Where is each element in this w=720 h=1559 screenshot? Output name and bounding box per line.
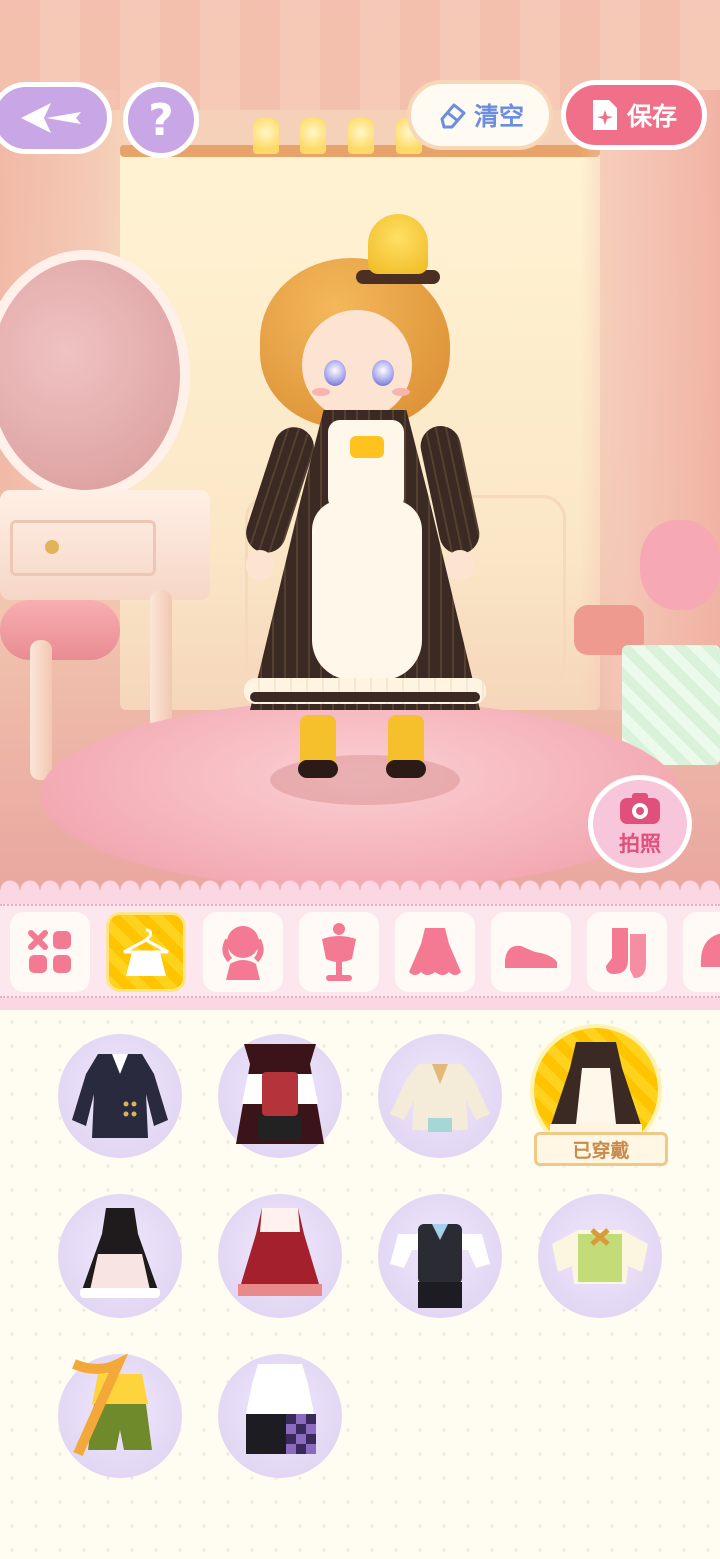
plush-toy <box>640 520 720 610</box>
item-green-shorts[interactable] <box>58 1353 182 1478</box>
green-sweater-icon <box>552 1228 648 1284</box>
help-button[interactable]: ? <box>123 82 199 158</box>
socks-icon <box>606 928 646 978</box>
red-plaid-dress-icon <box>238 1208 322 1296</box>
lamp <box>300 118 326 154</box>
tab-outfit[interactable] <box>106 912 186 992</box>
item-red-plaid-dress[interactable] <box>218 1194 342 1318</box>
right-shoe <box>386 760 426 778</box>
item-black-lace-dress[interactable] <box>58 1194 182 1318</box>
save-label: 保存 <box>626 102 677 131</box>
right-hand <box>446 550 474 580</box>
hat-icon <box>700 933 720 967</box>
left-hand <box>246 550 274 580</box>
item-checkered-streetwear[interactable] <box>218 1354 342 1478</box>
clear-button[interactable]: 清空 <box>407 80 553 150</box>
black-lace-dress-icon <box>80 1208 160 1298</box>
tab-more[interactable] <box>683 912 720 992</box>
table-leg <box>150 590 172 730</box>
save-button[interactable]: 保存 <box>561 80 707 150</box>
yellow-bow <box>350 436 384 458</box>
left-eye <box>324 360 346 386</box>
photo-button[interactable]: 拍照 <box>588 775 692 873</box>
grid-all-icon <box>28 930 71 973</box>
item-navy-coat[interactable] <box>58 1034 182 1158</box>
shoe-icon <box>505 945 557 968</box>
blush <box>392 388 410 396</box>
streetwear-icon <box>246 1364 316 1454</box>
tab-shoes[interactable] <box>491 912 571 992</box>
apron <box>312 500 422 680</box>
vampire-outfit-icon <box>236 1044 324 1144</box>
blush <box>312 388 330 396</box>
worn-tag: 已穿戴 <box>534 1132 668 1166</box>
left-shoe <box>298 760 338 778</box>
eraser-icon <box>440 103 466 129</box>
item-green-sweater[interactable] <box>538 1194 662 1318</box>
character-avatar[interactable] <box>240 200 490 790</box>
back-button[interactable] <box>0 82 112 154</box>
item-butler-vest[interactable] <box>378 1194 502 1318</box>
right-eye <box>372 360 394 386</box>
tab-accessory[interactable] <box>299 912 379 992</box>
back-arrow-icon <box>21 103 81 133</box>
tab-socks[interactable] <box>587 912 667 992</box>
lamp <box>253 118 279 154</box>
mannequin-icon <box>322 923 356 981</box>
stool-cushion <box>0 600 120 660</box>
lamp <box>348 118 374 154</box>
cream-coat-icon <box>390 1064 490 1132</box>
save-file-icon <box>592 100 617 130</box>
tab-dress[interactable] <box>395 912 475 992</box>
scallop-edge <box>0 880 720 900</box>
apron-bib <box>328 420 404 510</box>
hair-bust-icon <box>222 926 264 980</box>
green-shorts-icon <box>72 1353 152 1457</box>
dress-hem <box>250 692 480 702</box>
photo-label: 拍照 <box>619 832 661 856</box>
tab-hair[interactable] <box>203 912 283 992</box>
navy-coat-icon <box>72 1054 168 1138</box>
item-vampire-vest[interactable] <box>218 1034 342 1158</box>
clear-label: 清空 <box>473 102 524 131</box>
stool-leg <box>30 640 52 780</box>
item-cream-coat[interactable] <box>378 1034 502 1158</box>
butler-vest-icon <box>390 1224 490 1308</box>
tab-all[interactable] <box>10 912 90 992</box>
cake-hat <box>368 214 428 274</box>
drawer-knob <box>45 540 59 554</box>
vanity-drawer <box>10 520 156 576</box>
vanity-table <box>0 490 210 600</box>
category-bar <box>0 880 720 1010</box>
question-icon: ? <box>148 94 174 146</box>
camera-icon <box>620 793 660 824</box>
face <box>302 310 412 420</box>
dress-icon <box>409 928 461 975</box>
outfit-hanger-icon <box>123 928 169 976</box>
